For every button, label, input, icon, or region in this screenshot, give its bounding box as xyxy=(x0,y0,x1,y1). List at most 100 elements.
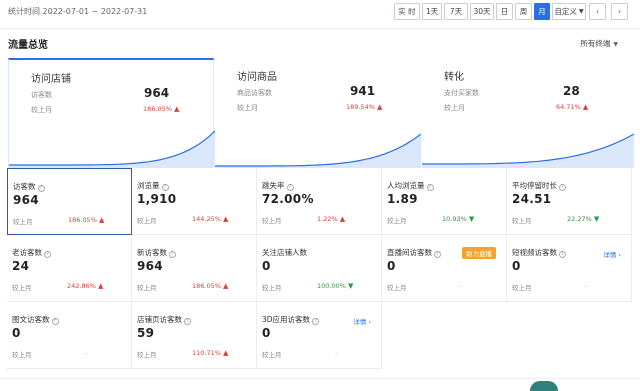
funnel-metric-label: 支付买家数 xyxy=(444,89,479,97)
next-page-button[interactable]: › xyxy=(611,3,628,20)
funnel-panel-2[interactable]: 转化 支付买家数 28 较上月 64.71% ▲ xyxy=(422,58,634,168)
detail-link[interactable]: 详情 › xyxy=(353,316,371,326)
change-pct: 10.93% ▼ xyxy=(442,215,474,223)
metric-card-12[interactable]: 3D应用访客数? 0 较上月 - 详情 › xyxy=(257,302,382,369)
metric-name: 浏览量? xyxy=(137,180,169,191)
help-icon[interactable]: ? xyxy=(559,184,566,191)
change-pct: 22.27% ▼ xyxy=(567,215,599,223)
metric-name-text: 关注店铺人数 xyxy=(262,248,307,257)
time-button-label: 7天 xyxy=(449,7,463,16)
metric-value: 1,910 xyxy=(137,192,177,206)
time-button-3[interactable]: 30天 xyxy=(470,3,494,20)
compare-label: 较上月 xyxy=(137,351,157,359)
metric-card-4[interactable]: 平均停留时长? 24.51 较上月 22.27% ▼ xyxy=(507,168,632,235)
metric-card-11[interactable]: 店铺页访客数? 59 较上月 110.71% ▲ xyxy=(132,302,257,369)
change-pct-text: 186.05% xyxy=(68,216,99,224)
change-pct: 242.86% ▲ xyxy=(67,282,103,290)
funnel-panel-0[interactable]: 访问店铺 访客数 964 较上月 186.05% ▲ xyxy=(8,58,215,168)
help-icon[interactable]: ? xyxy=(51,318,59,325)
arrow-up-icon: ▲ xyxy=(99,216,105,224)
help-icon[interactable]: ? xyxy=(286,184,294,191)
help-icon[interactable]: ? xyxy=(426,184,434,191)
metric-card-8[interactable]: 直播间访客数? 0 较上月 - 助力直播 xyxy=(382,235,507,302)
time-button-label: 实 时 xyxy=(398,7,416,16)
time-button-4[interactable]: 日 xyxy=(496,3,513,20)
time-button-5[interactable]: 周 xyxy=(515,3,532,20)
help-icon[interactable]: ? xyxy=(169,251,176,258)
time-button-2[interactable]: 7天 xyxy=(444,3,468,20)
promo-badge[interactable]: 助力直播 xyxy=(462,247,496,259)
help-icon[interactable]: ? xyxy=(37,185,45,192)
metric-name: 图文访客数? xyxy=(12,314,59,325)
arrow-up-icon: ▲ xyxy=(377,103,383,111)
change-pct: - xyxy=(335,349,337,357)
time-button-6[interactable]: 月 xyxy=(534,3,550,20)
metric-card-2[interactable]: 跳失率? 72.00% 较上月 1.22% ▲ xyxy=(257,168,382,235)
help-icon[interactable]: ? xyxy=(559,251,566,258)
metric-card-1[interactable]: 浏览量? 1,910 较上月 144.25% ▲ xyxy=(132,168,257,235)
funnel-metric-value: 964 xyxy=(144,86,170,100)
metric-card-9[interactable]: 短视频访客数? 0 较上月 - 详情 › xyxy=(507,235,632,302)
arrow-up-icon: ▲ xyxy=(223,282,229,290)
compare-label: 较上月 xyxy=(137,284,157,292)
time-button-1[interactable]: 1天 xyxy=(422,3,442,20)
change-pct-text: 242.86% xyxy=(67,282,98,290)
arrow-down-icon: ▼ xyxy=(468,215,475,223)
metric-value: 1.89 xyxy=(387,192,418,206)
metric-name: 短视频访客数? xyxy=(512,247,566,258)
channel-select[interactable]: 所有终端 ▼ xyxy=(580,38,618,49)
compare-label: 较上月 xyxy=(387,284,407,292)
change-pct-text: - xyxy=(585,282,588,290)
funnel-panel-1[interactable]: 访问商品 商品访客数 941 较上月 189.54% ▲ xyxy=(215,58,421,168)
divider xyxy=(0,28,640,29)
time-button-label: 30天 xyxy=(473,7,491,16)
help-icon[interactable]: ? xyxy=(312,318,320,325)
funnel-change-pct: 64.71% ▲ xyxy=(556,103,589,111)
change-pct-text: - xyxy=(85,349,88,357)
metric-card-10[interactable]: 图文访客数? 0 较上月 - xyxy=(7,302,132,369)
metric-value: 0 xyxy=(262,326,271,340)
change-pct-text: - xyxy=(460,282,463,290)
funnel-title: 访问店铺 xyxy=(31,74,71,85)
metric-name-text: 短视频访客数 xyxy=(512,248,557,257)
funnel-compare-label: 较上月 xyxy=(31,106,52,114)
help-icon[interactable]: ? xyxy=(184,318,191,325)
compare-label: 较上月 xyxy=(137,217,157,225)
metric-card-5[interactable]: 老访客数? 24 较上月 242.86% ▲ xyxy=(7,235,132,302)
help-icon[interactable]: ? xyxy=(161,184,169,191)
arrow-up-icon: ▲ xyxy=(223,215,229,223)
metric-value: 0 xyxy=(387,259,396,273)
metric-card-3[interactable]: 人均浏览量? 1.89 较上月 10.93% ▼ xyxy=(382,168,507,235)
help-icon[interactable]: ? xyxy=(44,251,51,258)
section-title: 流量总览 xyxy=(8,40,48,51)
metric-card-6[interactable]: 新访客数? 964 较上月 186.05% ▲ xyxy=(132,235,257,302)
trend-area xyxy=(215,134,421,168)
floating-widget[interactable] xyxy=(530,381,558,391)
prev-page-button[interactable]: ‹ xyxy=(589,3,606,20)
time-button-0[interactable]: 实 时 xyxy=(394,3,420,20)
trend-area-chart xyxy=(422,133,634,168)
time-button-7[interactable]: 自定义 ▼ xyxy=(552,3,586,20)
metric-card-7[interactable]: 关注店铺人数 0 较上月 100.00% ▼ xyxy=(257,235,382,302)
metric-value: 964 xyxy=(137,259,163,273)
funnel-metric-label: 商品访客数 xyxy=(237,89,272,97)
compare-label: 较上月 xyxy=(387,217,407,225)
funnel-compare-label: 较上月 xyxy=(444,104,465,112)
metric-name-text: 直播间访客数 xyxy=(387,248,432,257)
metric-value: 59 xyxy=(137,326,155,340)
metric-name: 人均浏览量? xyxy=(387,180,434,191)
metric-name-text: 老访客数 xyxy=(12,248,42,257)
metric-card-0[interactable]: 访客数? 964 较上月 186.05% ▲ xyxy=(7,168,132,235)
metric-name: 关注店铺人数 xyxy=(262,247,307,258)
date-range-label: 统计时间 2022-07-01 ~ 2022-07-31 xyxy=(8,7,148,16)
time-button-label: 周 xyxy=(519,7,528,16)
compare-label: 较上月 xyxy=(512,284,532,292)
change-pct: 1.22% ▲ xyxy=(317,215,345,223)
change-pct: 110.71% ▲ xyxy=(192,349,228,357)
metric-name: 直播间访客数? xyxy=(387,247,441,258)
help-icon[interactable]: ? xyxy=(434,251,441,258)
change-pct: 186.05% ▲ xyxy=(68,216,104,224)
detail-link[interactable]: 详情 › xyxy=(603,249,621,259)
funnel-metric-label: 访客数 xyxy=(31,91,52,99)
time-button-label: 日 xyxy=(500,7,509,16)
